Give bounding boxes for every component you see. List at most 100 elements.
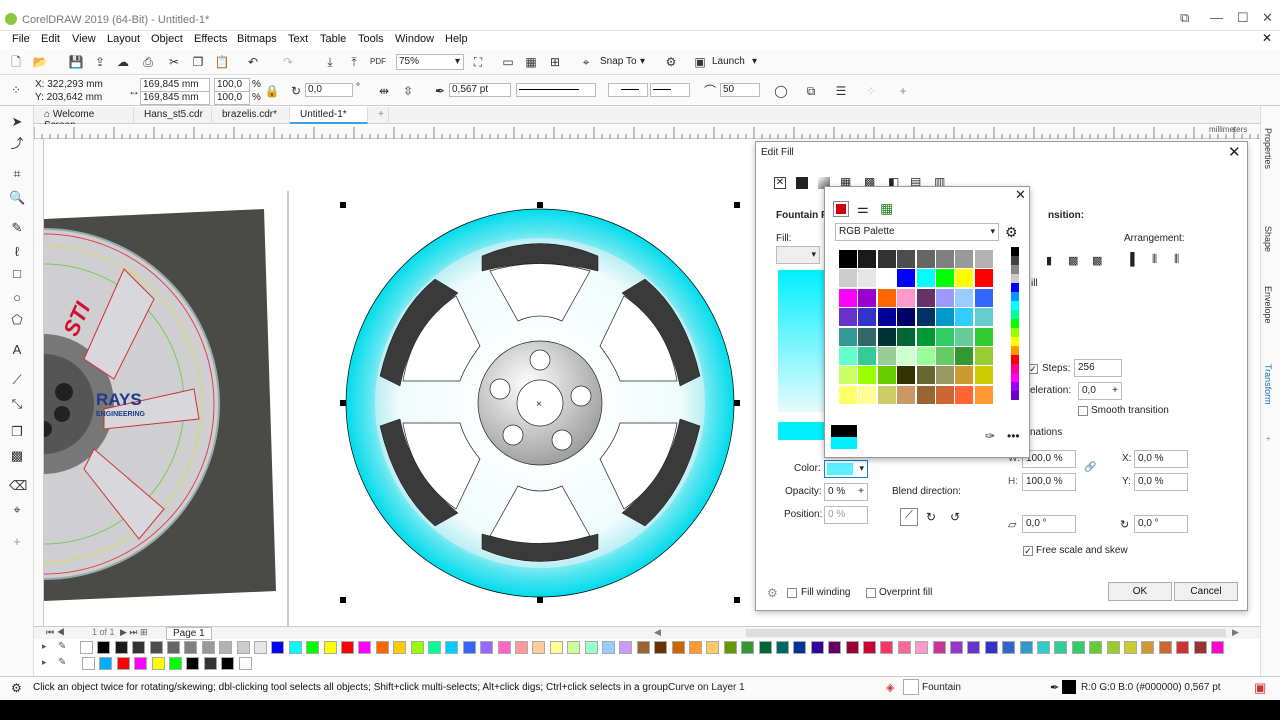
selection-handle[interactable]	[537, 202, 543, 208]
docker-properties[interactable]: Properties	[1263, 128, 1273, 169]
palette-color-cell[interactable]	[974, 347, 993, 365]
palette-color-cell[interactable]	[858, 250, 877, 268]
palette-swatch[interactable]	[793, 641, 807, 654]
palette-swatch[interactable]	[1106, 641, 1120, 654]
trim-icon[interactable]: ⧉	[803, 83, 819, 99]
outline-width-field[interactable]: 0,567 pt	[449, 83, 511, 97]
close-document-icon[interactable]: ✕	[1262, 31, 1272, 45]
palette-swatch[interactable]	[323, 641, 337, 654]
palette-color-cell[interactable]	[916, 347, 935, 365]
horizontal-scrollbar[interactable]	[746, 629, 1226, 637]
paste-icon[interactable]: 📋	[214, 54, 230, 70]
palette-swatch[interactable]	[863, 641, 876, 654]
arrangement-repeat-icon[interactable]: ⦀	[1174, 252, 1179, 267]
palette-swatch[interactable]	[1124, 641, 1137, 654]
height-field[interactable]: 169,845 mm	[140, 91, 210, 105]
upload-icon[interactable]: ⇪	[92, 54, 108, 70]
polygon-tool-icon[interactable]: ⬠	[9, 312, 25, 328]
palette-color-cell[interactable]	[839, 250, 857, 268]
acceleration-plus-icon[interactable]: +	[1112, 383, 1121, 399]
palette-swatch[interactable]	[1089, 641, 1103, 654]
guidelines-icon[interactable]: ⊞	[547, 54, 563, 70]
palette-color-cell[interactable]	[955, 327, 974, 346]
palette-color-cell[interactable]	[955, 385, 974, 404]
lock-ratio-icon[interactable]: 🔒	[264, 83, 280, 99]
hue-strip-cell[interactable]	[1011, 391, 1019, 400]
palette-swatch[interactable]	[689, 641, 702, 654]
selection-handle[interactable]	[340, 400, 346, 406]
restore-tabs-icon[interactable]: ⧉	[1180, 10, 1189, 26]
text-tool-icon[interactable]: A	[9, 342, 25, 358]
palette-hue-strip[interactable]	[1011, 247, 1019, 402]
snap-dropdown-icon[interactable]: ▾	[640, 56, 645, 67]
palette-swatch[interactable]	[428, 641, 441, 654]
palette-color-cell[interactable]	[839, 385, 857, 404]
palette-color-cell[interactable]	[897, 366, 916, 385]
palette-swatch[interactable]	[897, 641, 911, 654]
save-icon[interactable]: 💾	[68, 54, 84, 70]
drawing-canvas[interactable]: STI RAYS ENGINEERING ×	[44, 139, 756, 626]
palette-swatch[interactable]	[1158, 641, 1172, 654]
menu-edit[interactable]: Edit	[41, 33, 60, 45]
close-curve-icon[interactable]: ◯	[773, 83, 789, 99]
hue-strip-cell[interactable]	[1011, 319, 1019, 328]
palette-color-cell[interactable]	[858, 366, 877, 385]
palette-color-cell[interactable]	[839, 347, 857, 365]
palette-color-cell[interactable]	[858, 288, 877, 307]
palette-swatch[interactable]	[1002, 641, 1016, 654]
palette-color-cell[interactable]	[877, 250, 896, 268]
hue-strip-cell[interactable]	[1011, 355, 1019, 364]
close-button[interactable]: ✕	[1262, 10, 1273, 26]
launch-dropdown-icon[interactable]: ▾	[752, 56, 757, 67]
document-palette-swatch[interactable]	[82, 657, 95, 670]
skew-field[interactable]: 0,0 °	[1022, 515, 1076, 533]
snap-icon[interactable]: ⌖	[578, 54, 594, 70]
palette-color-cell[interactable]	[858, 269, 877, 288]
arrangement-default-icon[interactable]: ▐	[1126, 252, 1135, 266]
angle-field[interactable]: 0,0	[305, 83, 353, 97]
export-icon[interactable]: ⤒	[346, 54, 362, 70]
smoothing-field[interactable]: 50	[720, 83, 760, 97]
hue-strip-cell[interactable]	[1011, 292, 1019, 301]
tab-hans-st5[interactable]: Hans_st5.cdr	[134, 107, 212, 124]
minimize-button[interactable]: —	[1210, 10, 1223, 25]
selection-handle[interactable]	[340, 202, 346, 208]
vertical-ruler[interactable]	[34, 139, 44, 626]
palette-swatch[interactable]	[1176, 641, 1190, 654]
palette-swatch[interactable]	[1037, 641, 1050, 654]
launch-icon[interactable]: ▣	[692, 54, 708, 70]
outline-status-swatch[interactable]	[1062, 680, 1076, 694]
palette-color-cell[interactable]	[936, 327, 954, 346]
palette-swatch[interactable]	[984, 641, 998, 654]
hue-strip-cell[interactable]	[1011, 373, 1019, 382]
palette-color-cell[interactable]	[955, 347, 974, 365]
palette-color-cell[interactable]	[839, 327, 857, 346]
fill-winding-checkbox[interactable]	[787, 588, 797, 598]
horizontal-ruler[interactable]: millimeters	[33, 124, 1260, 139]
palette-swatch[interactable]	[97, 641, 111, 654]
document-palette-swatch[interactable]	[169, 657, 182, 670]
hue-strip-cell[interactable]	[1011, 337, 1019, 346]
palette-color-cell[interactable]	[955, 366, 974, 385]
palette-color-cell[interactable]	[916, 366, 935, 385]
new-document-icon[interactable]: 🗋	[8, 54, 24, 70]
opacity-field[interactable]: 0 % +	[824, 483, 868, 501]
wheel-drawing[interactable]: ×	[340, 201, 744, 605]
gradient-slider[interactable]	[778, 422, 826, 440]
launch-label[interactable]: Launch	[712, 56, 745, 67]
palette-color-cell[interactable]	[936, 288, 954, 307]
palette-swatch[interactable]	[880, 641, 894, 654]
menu-text[interactable]: Text	[288, 33, 308, 45]
fill-status-swatch[interactable]	[903, 679, 919, 695]
cloud-icon[interactable]: ☁	[115, 54, 131, 70]
palette-swatch[interactable]	[810, 641, 824, 654]
freehand-tool-icon[interactable]: ✎	[9, 220, 25, 236]
palette-color-cell[interactable]	[916, 327, 935, 346]
palette-swatch[interactable]	[915, 641, 929, 654]
palette-swatch[interactable]	[254, 641, 267, 654]
palette-swatch[interactable]	[602, 641, 615, 654]
palette-swatch[interactable]	[462, 641, 476, 654]
hue-strip-cell[interactable]	[1011, 256, 1019, 265]
undo-icon[interactable]: ↶	[245, 54, 261, 70]
hue-strip-cell[interactable]	[1011, 364, 1019, 373]
